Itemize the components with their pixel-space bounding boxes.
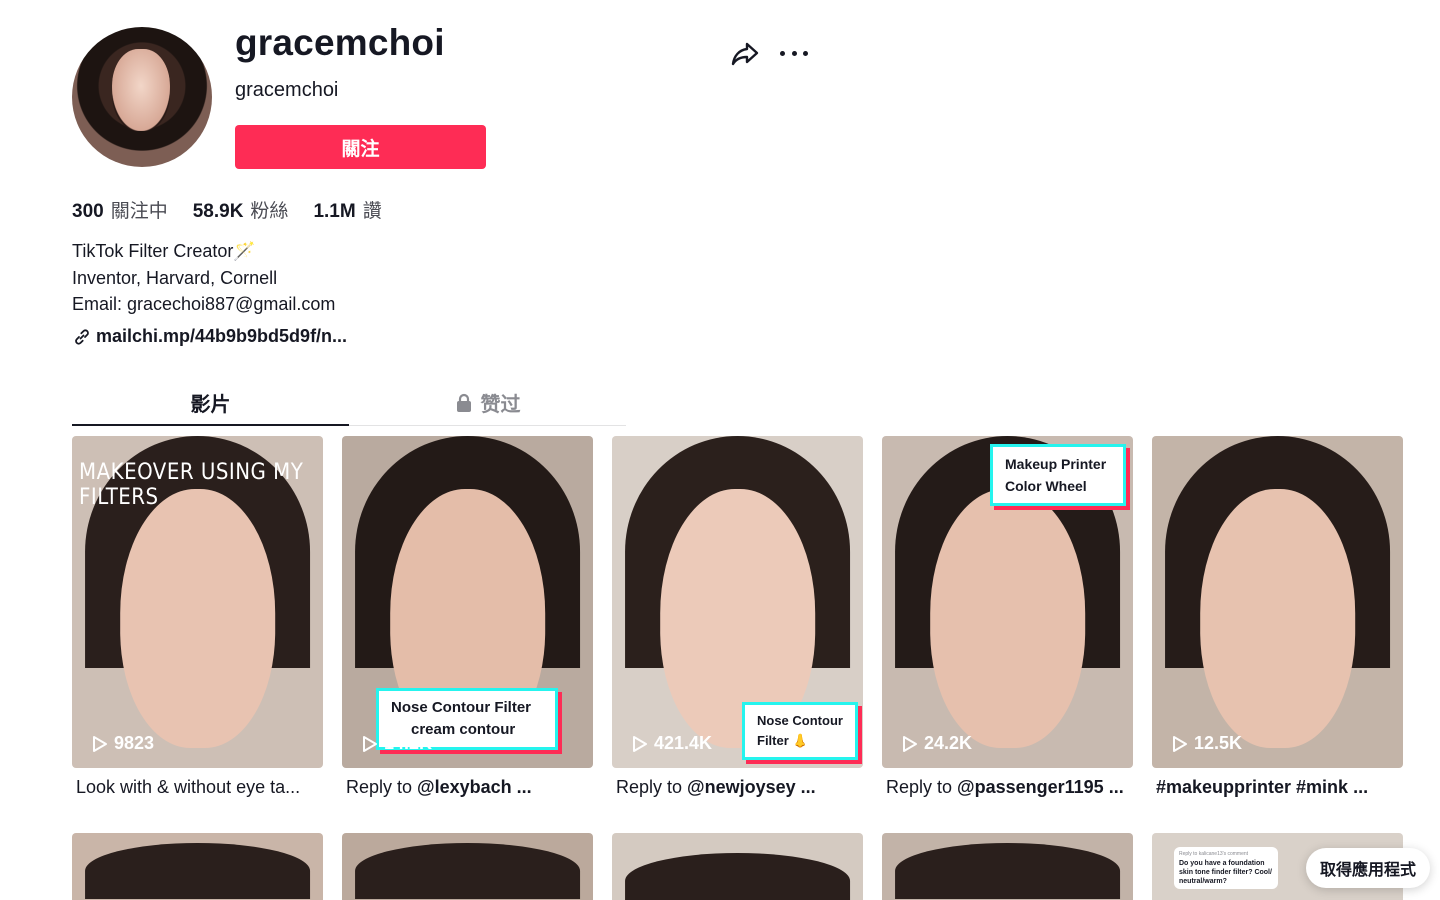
video-card[interactable]: Nose Contour Filter 👃 421.4K Reply to @n… (612, 436, 863, 798)
video-thumbnail[interactable]: MAKEOVER USING MY FILTERS 9823 (72, 436, 323, 768)
video-thumbnail[interactable] (342, 833, 593, 900)
link-icon (75, 328, 89, 345)
view-count: 14.2K (362, 733, 432, 754)
view-count-value: 24.2K (924, 733, 973, 753)
view-count: 24.2K (902, 733, 972, 754)
profile-bio: TikTok Filter Creator🪄 Inventor, Harvard… (72, 238, 335, 318)
video-card[interactable]: Nose Contour Filter cream contour 14.2K … (342, 436, 593, 798)
tab-label: 影片 (190, 394, 231, 416)
video-thumbnail[interactable] (612, 833, 863, 900)
caption-line: Nose Contour (757, 713, 843, 728)
play-icon (1173, 735, 1187, 752)
profile-nickname: gracemchoi (235, 79, 339, 101)
bio-line: Email: gracechoi887@gmail.com (72, 294, 336, 314)
video-description[interactable]: Reply to @lexybach ... (342, 777, 593, 798)
view-count-value: 421.4K (654, 733, 713, 753)
caption-line: Nose Contour Filter (391, 699, 532, 716)
video-thumbnail[interactable]: Nose Contour Filter cream contour 14.2K (342, 436, 593, 768)
profile-tabs: 影片 赞过 (72, 380, 626, 426)
desc-mention[interactable]: @lexybach ... (417, 777, 532, 797)
follow-button[interactable]: 關注 (235, 125, 486, 169)
stat-followers[interactable]: 58.9K 粉絲 (193, 196, 289, 223)
video-card[interactable]: MAKEOVER USING MY FILTERS 9823 Look with… (72, 436, 323, 798)
desc-mention[interactable]: @passenger1195 ... (957, 777, 1124, 797)
get-app-button[interactable]: 取得應用程式 (1306, 848, 1430, 888)
desc-mention[interactable]: @newjoysey ... (687, 777, 816, 797)
video-description[interactable]: Reply to @newjoysey ... (612, 777, 863, 798)
caption-header: Reply to kalicane13's comment (1179, 851, 1249, 857)
stat-following[interactable]: 300 關注中 (72, 196, 168, 223)
caption-line: Do you have a foundation skin tone finde… (1179, 860, 1272, 885)
caption-line: Filter 👃 (757, 733, 809, 748)
view-count: 9823 (92, 733, 154, 754)
video-caption-box: Makeup Printer Color Wheel (990, 444, 1126, 506)
stat-value: 58.9K (192, 201, 244, 222)
play-icon (633, 735, 647, 752)
caption-line: Color Wheel (1005, 478, 1087, 494)
video-card[interactable]: 12.5K #makeupprinter #mink ... (1152, 436, 1403, 798)
video-grid: MAKEOVER USING MY FILTERS 9823 Look with… (72, 436, 1403, 798)
video-caption-box: Nose Contour Filter 👃 (742, 702, 858, 760)
tab-videos[interactable]: 影片 (72, 380, 349, 426)
play-icon (93, 735, 107, 752)
view-count-value: 14.2K (384, 733, 433, 753)
desc-prefix: Reply to (346, 777, 418, 797)
video-caption-box: Reply to kalicane13's comment Do you hav… (1174, 847, 1278, 889)
stat-value: 1.1M (313, 201, 356, 222)
video-description[interactable]: Look with & without eye ta... (72, 777, 323, 798)
share-icon[interactable] (730, 38, 760, 68)
stat-value: 300 (72, 201, 104, 222)
tab-label: 赞过 (480, 394, 521, 416)
profile-stats: 300 關注中 58.9K 粉絲 1.1M 讚 (72, 196, 407, 223)
stat-label: 讚 (362, 201, 382, 222)
play-icon (363, 735, 377, 752)
lock-icon (456, 393, 471, 412)
bio-link-text: mailchi.mp/44b9b9bd5d9f/n... (96, 326, 348, 346)
desc-prefix: Reply to (886, 777, 958, 797)
stat-label: 粉絲 (250, 201, 289, 222)
bio-line: TikTok Filter Creator🪄 (72, 241, 256, 261)
video-thumbnail[interactable]: Nose Contour Filter 👃 421.4K (612, 436, 863, 768)
caption-line: Makeup Printer (1005, 456, 1107, 472)
desc-hashtags[interactable]: #makeupprinter #mink ... (1156, 777, 1368, 797)
view-count: 421.4K (632, 733, 712, 754)
video-overlay-text: MAKEOVER USING MY FILTERS (79, 460, 304, 510)
video-thumbnail[interactable] (72, 833, 323, 900)
bio-line: Inventor, Harvard, Cornell (72, 267, 278, 288)
video-description[interactable]: Reply to @passenger1195 ... (882, 777, 1133, 798)
view-count-value: 9823 (114, 733, 155, 753)
video-card[interactable]: Makeup Printer Color Wheel 24.2K Reply t… (882, 436, 1133, 798)
more-options-icon[interactable] (780, 40, 808, 66)
play-icon (903, 735, 917, 752)
video-thumbnail[interactable]: 12.5K (1152, 436, 1403, 768)
profile-unique-id: gracemchoi (235, 22, 445, 63)
video-description[interactable]: #makeupprinter #mink ... (1152, 777, 1403, 798)
view-count: 12.5K (1172, 733, 1242, 754)
view-count-value: 12.5K (1194, 733, 1243, 753)
bio-link[interactable]: mailchi.mp/44b9b9bd5d9f/n... (72, 326, 347, 347)
video-thumbnail[interactable] (882, 833, 1133, 900)
stat-likes: 1.1M 讚 (313, 196, 381, 223)
video-thumbnail[interactable]: Makeup Printer Color Wheel 24.2K (882, 436, 1133, 768)
tab-liked[interactable]: 赞过 (349, 380, 626, 425)
profile-avatar (72, 27, 212, 167)
video-grid-row-2: Reply to kalicane13's comment Do you hav… (72, 833, 1403, 900)
desc-prefix: Reply to (616, 777, 688, 797)
stat-label: 關注中 (110, 201, 168, 222)
